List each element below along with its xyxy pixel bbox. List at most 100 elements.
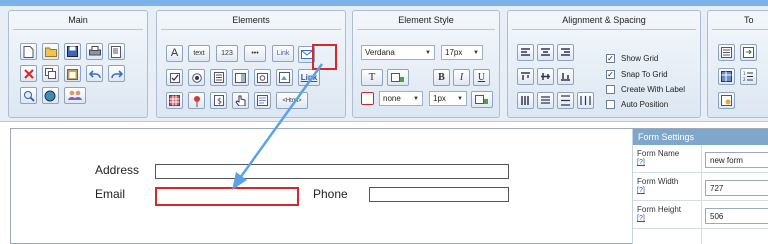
text-color-icon: T (368, 71, 376, 83)
create-with-label-label: Create With Label (621, 84, 686, 94)
create-with-label-row[interactable]: Create With Label (606, 83, 685, 95)
create-with-label-checkbox[interactable] (606, 84, 615, 94)
form-height-input[interactable]: 506 (705, 208, 768, 224)
marker-element-button[interactable] (188, 92, 205, 109)
publish-button[interactable] (42, 87, 59, 104)
textarea-element-button[interactable] (254, 92, 271, 109)
form-name-label: Form Name (637, 149, 680, 158)
listbox-element-button[interactable] (210, 69, 227, 86)
number-field-button[interactable]: 123 (216, 45, 238, 62)
new-form-button[interactable] (20, 43, 37, 60)
textarea-icon (257, 95, 268, 106)
same-width-button[interactable] (537, 92, 554, 109)
dropdown-icon (235, 72, 246, 83)
email-button-highlight (312, 44, 337, 70)
snap-to-grid-checkbox[interactable]: ✓ (606, 69, 615, 79)
address-input[interactable] (155, 164, 509, 179)
print-button[interactable] (86, 43, 103, 60)
tool-database-button[interactable] (718, 68, 735, 85)
border-width-select[interactable]: 1px ▼ (429, 91, 467, 106)
tool-import-button[interactable] (740, 44, 757, 61)
align-middle-button[interactable] (537, 68, 554, 85)
align-right-button[interactable] (557, 44, 574, 61)
help-link[interactable]: [?] (637, 158, 697, 167)
show-grid-checkbox[interactable]: ✓ (606, 53, 615, 63)
form-width-input[interactable]: 727 (705, 180, 768, 196)
dropdown-element-button[interactable] (232, 69, 249, 86)
search-button[interactable] (20, 87, 37, 104)
link-element-button[interactable]: Link (298, 69, 320, 86)
open-button[interactable] (42, 43, 59, 60)
show-grid-row[interactable]: ✓ Show Grid (606, 52, 658, 64)
group-main: Main (8, 10, 148, 118)
paste-button[interactable] (64, 65, 81, 82)
delete-button[interactable] (20, 65, 37, 82)
phone-label: Phone (313, 187, 348, 201)
users-button[interactable] (64, 87, 86, 104)
font-size-select[interactable]: 17px ▼ (441, 45, 483, 60)
group-divider (512, 29, 696, 30)
password-field-button[interactable]: ••• (244, 45, 266, 62)
help-link[interactable]: [?] (637, 214, 697, 223)
font-family-select[interactable]: Verdana ▼ (361, 45, 435, 60)
help-link[interactable]: [?] (637, 186, 697, 195)
border-color-button[interactable] (361, 92, 374, 105)
copy-button[interactable] (42, 65, 59, 82)
printer-icon (88, 46, 101, 56)
link-field-button[interactable]: Link (272, 45, 294, 62)
html-element-button[interactable]: <Html> (276, 92, 308, 109)
auto-position-label: Auto Position (621, 99, 669, 109)
underline-button[interactable]: U (473, 69, 490, 86)
undo-button[interactable] (86, 65, 103, 82)
image-element-button[interactable] (254, 69, 271, 86)
bold-button[interactable]: B (433, 69, 450, 86)
auto-position-row[interactable]: Auto Position (606, 98, 668, 110)
tool-list-button[interactable] (718, 44, 735, 61)
tool-settings-button[interactable] (718, 92, 735, 109)
vertical-spacing-button[interactable] (557, 92, 574, 109)
redo-button[interactable] (108, 65, 125, 82)
checkbox-element-button[interactable] (166, 69, 183, 86)
database-grid-icon (721, 71, 732, 82)
align-top-button[interactable] (517, 68, 534, 85)
password-field-icon: ••• (251, 50, 259, 57)
vertical-spacing-icon (561, 95, 570, 106)
snap-to-grid-row[interactable]: ✓ Snap To Grid (606, 68, 668, 80)
group-element-style: Element Style Verdana ▼ 17px ▼ T B I U non… (352, 10, 500, 118)
submit-element-button[interactable] (232, 92, 249, 109)
align-center-button[interactable] (537, 44, 554, 61)
text-color-button[interactable]: T (361, 69, 383, 86)
floppy-disk-icon (67, 46, 78, 57)
preview-button[interactable] (108, 43, 125, 60)
group-tools: To 12 (707, 10, 768, 118)
svg-text:$: $ (217, 97, 222, 106)
same-height-button[interactable] (517, 92, 534, 109)
radio-element-button[interactable] (188, 69, 205, 86)
border-fill-button[interactable] (471, 91, 493, 108)
phone-input[interactable] (369, 187, 509, 202)
globe-icon (44, 90, 56, 101)
label-element-button[interactable]: A (166, 45, 183, 62)
form-name-input[interactable]: new form (705, 152, 768, 168)
border-style-select[interactable]: none ▼ (379, 91, 423, 106)
group-divider (357, 29, 495, 30)
auto-position-checkbox[interactable] (606, 99, 615, 109)
horizontal-spacing-button[interactable] (577, 92, 594, 109)
setting-label: Form Width [?] (637, 177, 697, 195)
upload-element-button[interactable] (276, 69, 293, 86)
background-color-button[interactable] (387, 69, 409, 86)
table-element-button[interactable] (166, 92, 183, 109)
align-bottom-button[interactable] (557, 68, 574, 85)
svg-text:1: 1 (743, 71, 746, 76)
text-field-button[interactable]: text (188, 45, 210, 62)
chevron-down-icon: ▼ (425, 50, 431, 56)
script-element-button[interactable]: $ (210, 92, 227, 109)
underline-icon: U (477, 71, 486, 83)
group-title-main: Main (68, 15, 88, 25)
align-left-button[interactable] (517, 44, 534, 61)
save-button[interactable] (64, 43, 81, 60)
group-alignment: Alignment & Spacing ✓ Show Grid ✓ Snap To … (507, 10, 701, 118)
email-input[interactable] (155, 187, 299, 206)
italic-button[interactable]: I (453, 69, 470, 86)
tool-numbered-list-button[interactable]: 12 (740, 68, 757, 85)
